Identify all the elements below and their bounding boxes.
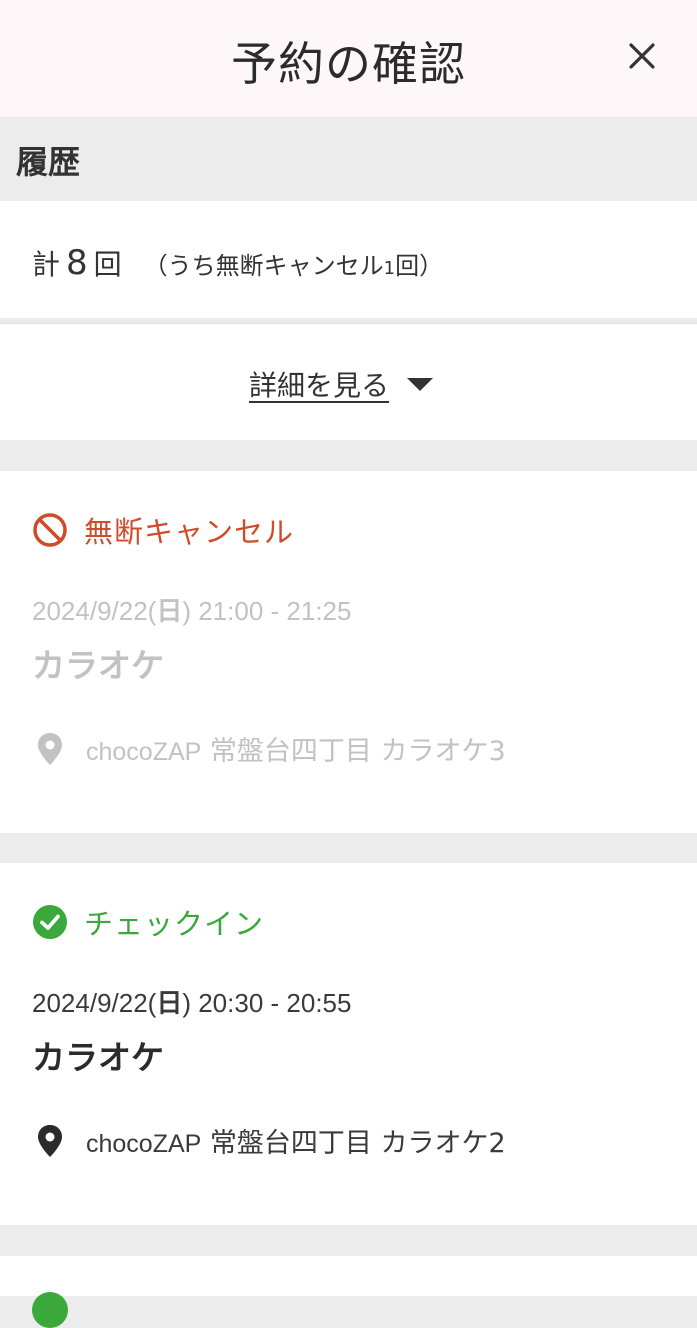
details-row: 詳細を見る: [0, 323, 697, 440]
cancel-count: 1: [383, 258, 396, 279]
reservation-location: chocoZAP 常盤台四丁目 カラオケ2: [36, 1121, 506, 1160]
reservation-card[interactable]: 無断キャンセル 2024/9/22(日) 21:00 - 21:25 カラオケ …: [0, 471, 697, 833]
reservation-time: ) 20:30 - 20:55: [182, 988, 352, 1018]
reservation-date: 2024/9/22(: [32, 988, 157, 1018]
reservation-day-of-week: 日: [156, 988, 183, 1018]
location-name: 常盤台四丁目 カラオケ2: [201, 1128, 506, 1159]
see-details-label: 詳細を見る: [249, 369, 390, 402]
map-pin-icon: [38, 732, 62, 765]
total-count: 8: [66, 243, 88, 283]
close-icon: [629, 43, 655, 69]
close-button[interactable]: [622, 36, 662, 76]
check-circle-icon: [32, 1292, 68, 1328]
history-heading: 履歴: [16, 143, 81, 181]
check-circle-icon: [33, 905, 67, 939]
reservation-datetime: 2024/9/22(日) 20:30 - 20:55: [32, 983, 351, 1020]
cancel-note-close: 回）: [395, 252, 444, 280]
reservation-card[interactable]: チェックイン 2024/9/22(日) 20:30 - 20:55 カラオケ c…: [0, 863, 697, 1225]
reservation-day-of-week: 日: [156, 596, 183, 626]
history-summary: 計 8 回 （うち無断キャンセル1回）: [0, 201, 697, 318]
summary-text: 計 8 回 （うち無断キャンセル1回）: [32, 243, 443, 283]
status-label: チェックイン: [84, 907, 265, 941]
reservation-time: ) 21:00 - 21:25: [182, 596, 352, 626]
summary-prefix: 計: [32, 248, 61, 281]
service-name: カラオケ: [32, 1038, 164, 1077]
header-bar: 予約の確認: [0, 0, 697, 117]
location-brand: chocoZAP: [86, 738, 202, 766]
location-brand: chocoZAP: [86, 1130, 202, 1158]
reservation-datetime: 2024/9/22(日) 21:00 - 21:25: [32, 591, 351, 628]
reservation-status: 無断キャンセル: [32, 509, 294, 551]
reservation-location: chocoZAP 常盤台四丁目 カラオケ3: [36, 729, 506, 768]
no-entry-icon: [33, 513, 67, 547]
history-section-header: 履歴: [0, 117, 697, 201]
status-label: 無断キャンセル: [84, 515, 295, 549]
location-name: 常盤台四丁目 カラオケ3: [201, 736, 506, 767]
reservation-date: 2024/9/22(: [32, 596, 157, 626]
reservation-status: チェックイン: [32, 901, 264, 943]
cancel-note-open: （うち無断キャンセル: [143, 252, 384, 280]
summary-unit: 回: [93, 248, 122, 281]
see-details-link[interactable]: 詳細を見る: [249, 364, 434, 404]
caret-down-icon: [407, 377, 434, 391]
service-name: カラオケ: [32, 646, 164, 685]
page-title: 予約の確認: [231, 37, 466, 91]
map-pin-icon: [38, 1124, 62, 1157]
reservation-card[interactable]: [0, 1256, 697, 1328]
